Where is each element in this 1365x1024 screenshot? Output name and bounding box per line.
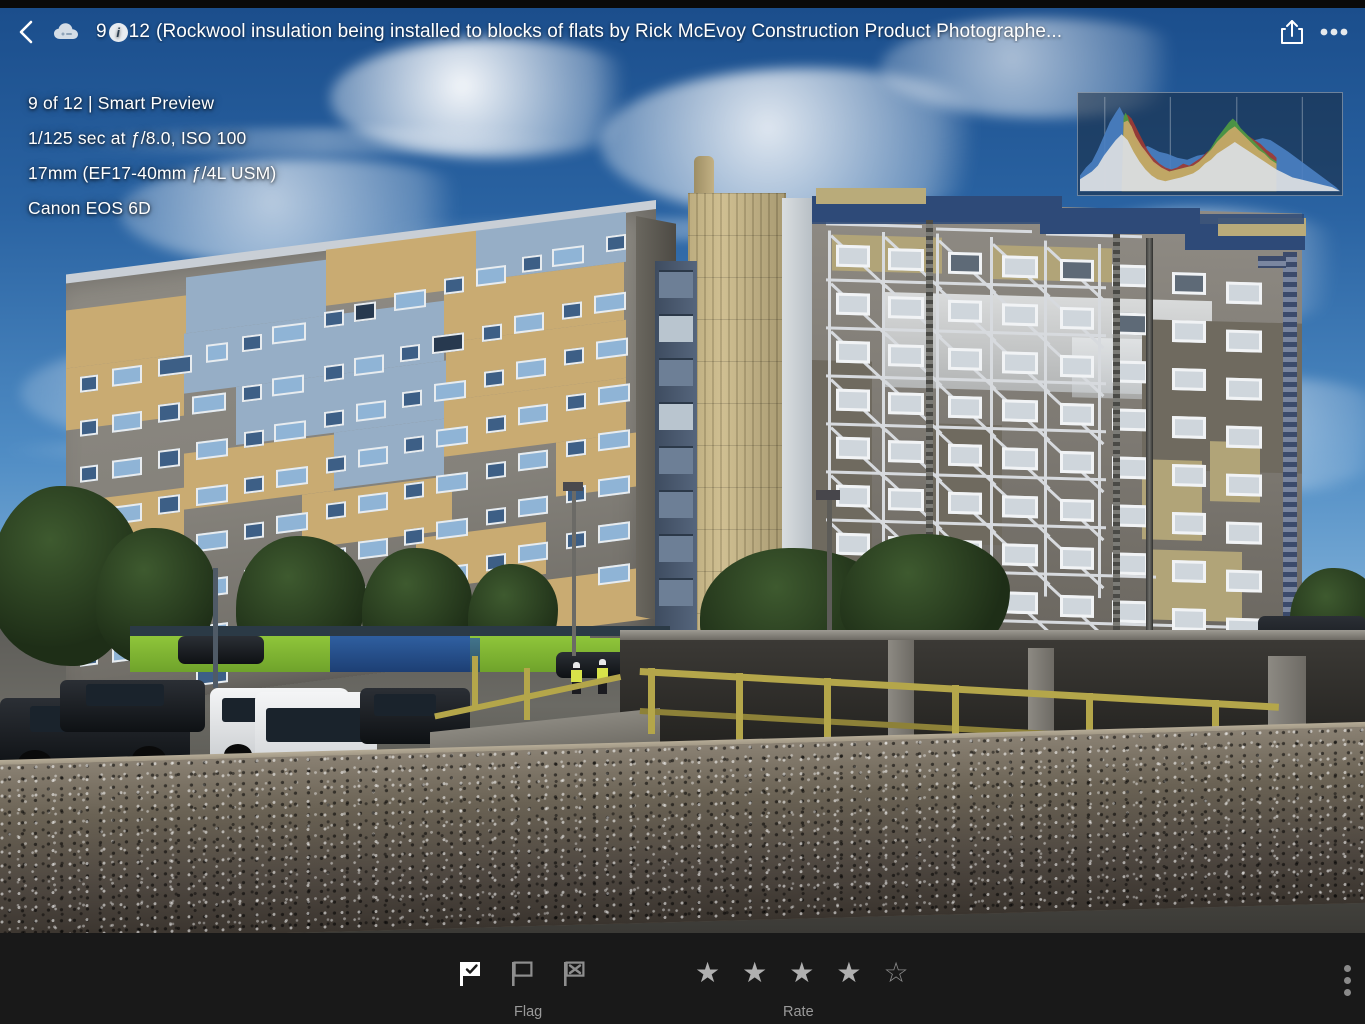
lightroom-photo-viewer: 9 of 12 | Smart Preview 1/125 sec at ƒ/8… (0, 0, 1365, 1024)
photo-metadata-overlay: 9 of 12 | Smart Preview 1/125 sec at ƒ/8… (28, 86, 276, 226)
back-chevron-icon[interactable] (16, 19, 38, 45)
star-3[interactable]: ★ (789, 959, 814, 987)
bottom-toolbar: ★ ★ ★ ★ ☆ Flag Rate (0, 933, 1365, 1024)
lamp-head (816, 490, 840, 500)
histogram-graph (1079, 96, 1341, 192)
photo-counter: 9 i 12 (96, 21, 150, 43)
title-bar-text: 9 i 12 (Rockwool insulation being instal… (96, 21, 1265, 43)
photo-title: (Rockwool insulation being installed to … (156, 21, 1063, 42)
stairwell-window (659, 402, 693, 430)
histogram-panel[interactable] (1077, 92, 1343, 196)
flag-rejected-button[interactable] (562, 959, 588, 992)
photo-canvas[interactable]: 9 of 12 | Smart Preview 1/125 sec at ƒ/8… (0, 8, 1365, 933)
worker-helmet (573, 662, 580, 668)
stairwell-window (659, 358, 693, 386)
stairwell-window (659, 314, 693, 342)
metadata-line-4: Canon EOS 6D (28, 198, 152, 218)
flag-picked-button[interactable] (458, 959, 484, 992)
stairwell-window (659, 446, 693, 474)
handrail-post (648, 668, 655, 734)
rate-label: Rate (783, 1004, 814, 1020)
car-window (374, 694, 436, 716)
stairwell-window (659, 270, 693, 298)
worker-hi-vis (571, 670, 582, 682)
hoist-mast (1113, 234, 1120, 644)
more-vertical-icon[interactable] (1344, 965, 1351, 996)
scaffold-sheeting (816, 188, 926, 204)
top-black-strip (0, 0, 1365, 8)
worker-helmet (599, 659, 606, 665)
stairwell-window (659, 534, 693, 562)
sign-post (213, 568, 218, 688)
handrail-post (524, 668, 530, 720)
star-2[interactable]: ★ (742, 959, 767, 987)
site-hoarding-blue (420, 638, 480, 672)
flag-controls (458, 959, 588, 992)
hoist-mast (1146, 238, 1153, 638)
photo-counter-current: 9 (96, 21, 107, 42)
crane-tower (1283, 252, 1297, 632)
metadata-line-3: 17mm (EF17-40mm ƒ/4L USM) (28, 163, 277, 183)
stairwell-window (659, 490, 693, 518)
rating-stars: ★ ★ ★ ★ ☆ (695, 959, 909, 987)
metadata-line-1: 9 of 12 | Smart Preview (28, 93, 215, 113)
hoarding-cap (130, 626, 670, 636)
car-window (86, 684, 164, 706)
handrail-post (736, 673, 743, 743)
star-4[interactable]: ★ (836, 959, 861, 987)
more-horizontal-icon[interactable] (1319, 27, 1349, 37)
info-badge-icon[interactable]: i (108, 22, 128, 42)
lamp-post (572, 486, 576, 656)
van-windscreen (266, 708, 366, 742)
scaffold-rail (812, 214, 1304, 224)
handrail-post (472, 656, 478, 710)
stairwell-window (659, 578, 693, 606)
wall-coping (620, 630, 1365, 640)
metadata-line-2: 1/125 sec at ƒ/8.0, ISO 100 (28, 128, 247, 148)
share-icon[interactable] (1279, 18, 1305, 46)
star-1[interactable]: ★ (695, 959, 720, 987)
flag-unflagged-button[interactable] (510, 959, 536, 992)
cloud-sync-icon[interactable] (52, 21, 82, 43)
flag-label: Flag (514, 1004, 543, 1020)
star-5[interactable]: ☆ (883, 959, 908, 987)
crane-jib (1258, 256, 1286, 268)
distant-car (178, 636, 264, 664)
title-bar: 9 i 12 (Rockwool insulation being instal… (0, 8, 1365, 56)
photo-counter-total: 12 (128, 21, 151, 42)
lamp-head (563, 482, 583, 491)
